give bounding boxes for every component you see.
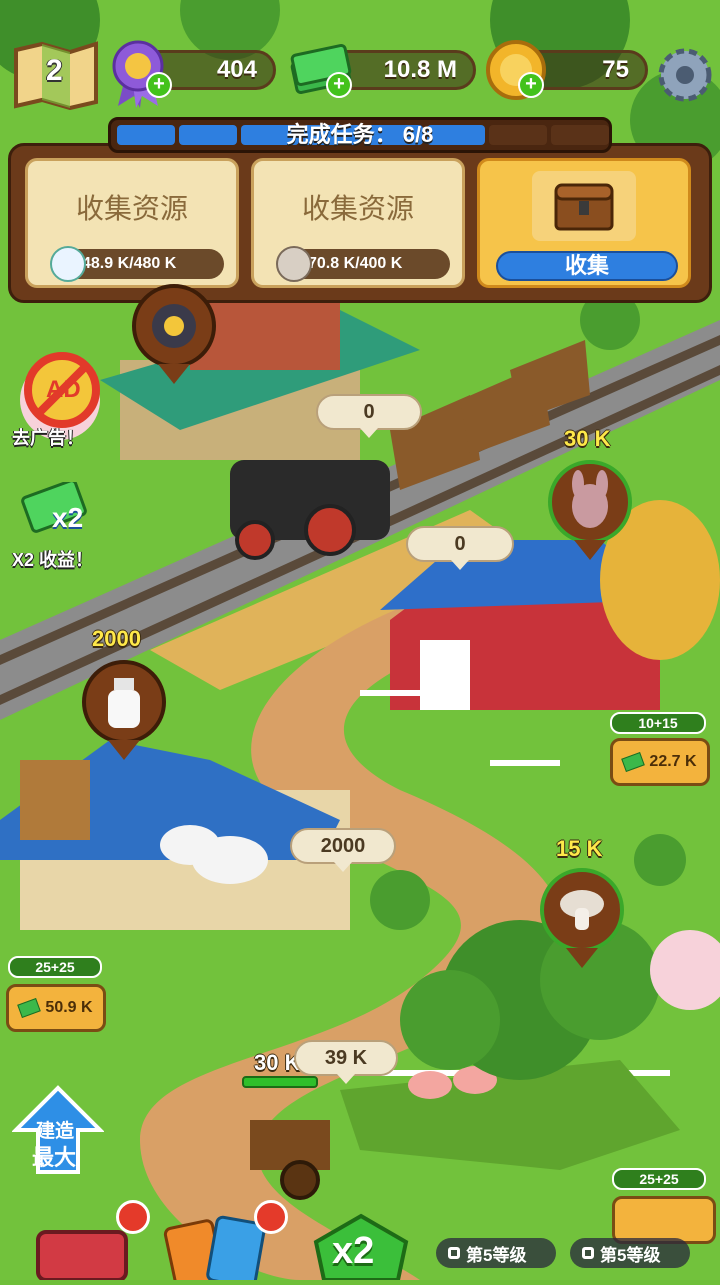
coin-value: 75: [602, 56, 629, 83]
remove-ads-label: 去广告！: [12, 428, 84, 448]
task-title: 收集资源: [75, 193, 188, 224]
mushroom-icon: [560, 890, 604, 930]
cash-value: 10.8 M: [383, 56, 457, 83]
ribbon-add-button[interactable]: +: [146, 72, 172, 98]
locked-feature-1[interactable]: 第5等级: [436, 1238, 556, 1268]
train-icon: [152, 304, 196, 348]
map-level: 2: [46, 54, 63, 87]
train-pin[interactable]: [132, 284, 216, 384]
task-card-reward[interactable]: 收集: [477, 158, 691, 288]
mushroom-icon: [276, 246, 312, 282]
mission-panel: 收集资源 48.9 K/480 K 收集资源 70.8 K/400 K 收集: [8, 143, 712, 303]
map-button[interactable]: 2: [12, 40, 100, 111]
train-bubble[interactable]: 0: [316, 394, 422, 438]
cash-icon: [621, 752, 646, 772]
basket-icon: [36, 1230, 128, 1282]
milk-pin[interactable]: [82, 660, 166, 760]
coin-add-button[interactable]: +: [518, 72, 544, 98]
cart-bubble[interactable]: 39 K: [294, 1040, 398, 1084]
task-title: 收集资源: [301, 193, 414, 224]
milk-pin-value: 2000: [92, 626, 141, 651]
x2-income-label: X2 收益！: [12, 550, 94, 570]
cows-bubble[interactable]: 2000: [290, 828, 396, 872]
x2-boost-button[interactable]: x2: [306, 1212, 416, 1282]
x2-boost-text: x2: [332, 1230, 375, 1272]
barn-earn-button[interactable]: 22.7 K: [610, 738, 710, 786]
ribbon-value: 404: [216, 56, 257, 83]
ad-badge-text: AD: [46, 376, 81, 403]
bottom-right-earn-button[interactable]: [612, 1196, 716, 1244]
cows-level: 25+25: [8, 956, 102, 978]
donkey-icon: [572, 470, 608, 528]
task-card-milk[interactable]: 收集资源 48.9 K/480 K: [25, 158, 239, 288]
lock-icon: [582, 1247, 594, 1259]
lock-icon: [448, 1247, 460, 1259]
mission-progress-header: 完成任务： 6/8: [108, 117, 612, 153]
cash-icon: [17, 998, 42, 1018]
mushroom-pin[interactable]: [540, 868, 624, 968]
bottom-right-level: 25+25: [612, 1168, 706, 1190]
x2-badge-text: x2: [52, 502, 84, 533]
x2-income-button[interactable]: x2: [20, 479, 104, 546]
cart-progress-bar: [242, 1076, 318, 1088]
collect-button[interactable]: 收集: [496, 251, 678, 281]
chest-icon: [532, 171, 636, 241]
mission-progress-text: 完成任务： 6/8: [286, 122, 434, 147]
settings-gear-icon[interactable]: [656, 46, 714, 104]
task-progress: 48.9 K/480 K: [50, 246, 224, 282]
task-card-mushroom[interactable]: 收集资源 70.8 K/400 K: [251, 158, 465, 288]
locked-feature-2[interactable]: 第5等级: [570, 1238, 690, 1268]
cash-add-button[interactable]: +: [326, 72, 352, 98]
notification-dot: [116, 1200, 150, 1234]
shop-basket-button[interactable]: [34, 1222, 130, 1282]
milk-bottle-icon: [108, 678, 140, 728]
barn-pin[interactable]: [548, 460, 632, 560]
barn-level: 10+15: [610, 712, 706, 734]
notification-dot: [254, 1200, 288, 1234]
build-line1: 建造: [36, 1121, 75, 1142]
barn-pin-value: 30 K: [564, 426, 611, 451]
barn-bubble[interactable]: 0: [406, 526, 514, 570]
build-max-button[interactable]: 建造 最大: [11, 1084, 105, 1176]
milk-icon: [50, 246, 86, 282]
cows-earn-button[interactable]: 50.9 K: [6, 984, 106, 1032]
build-line2: 最大: [32, 1145, 77, 1170]
task-progress: 70.8 K/400 K: [276, 246, 450, 282]
mushroom-pin-value: 15 K: [556, 836, 603, 861]
